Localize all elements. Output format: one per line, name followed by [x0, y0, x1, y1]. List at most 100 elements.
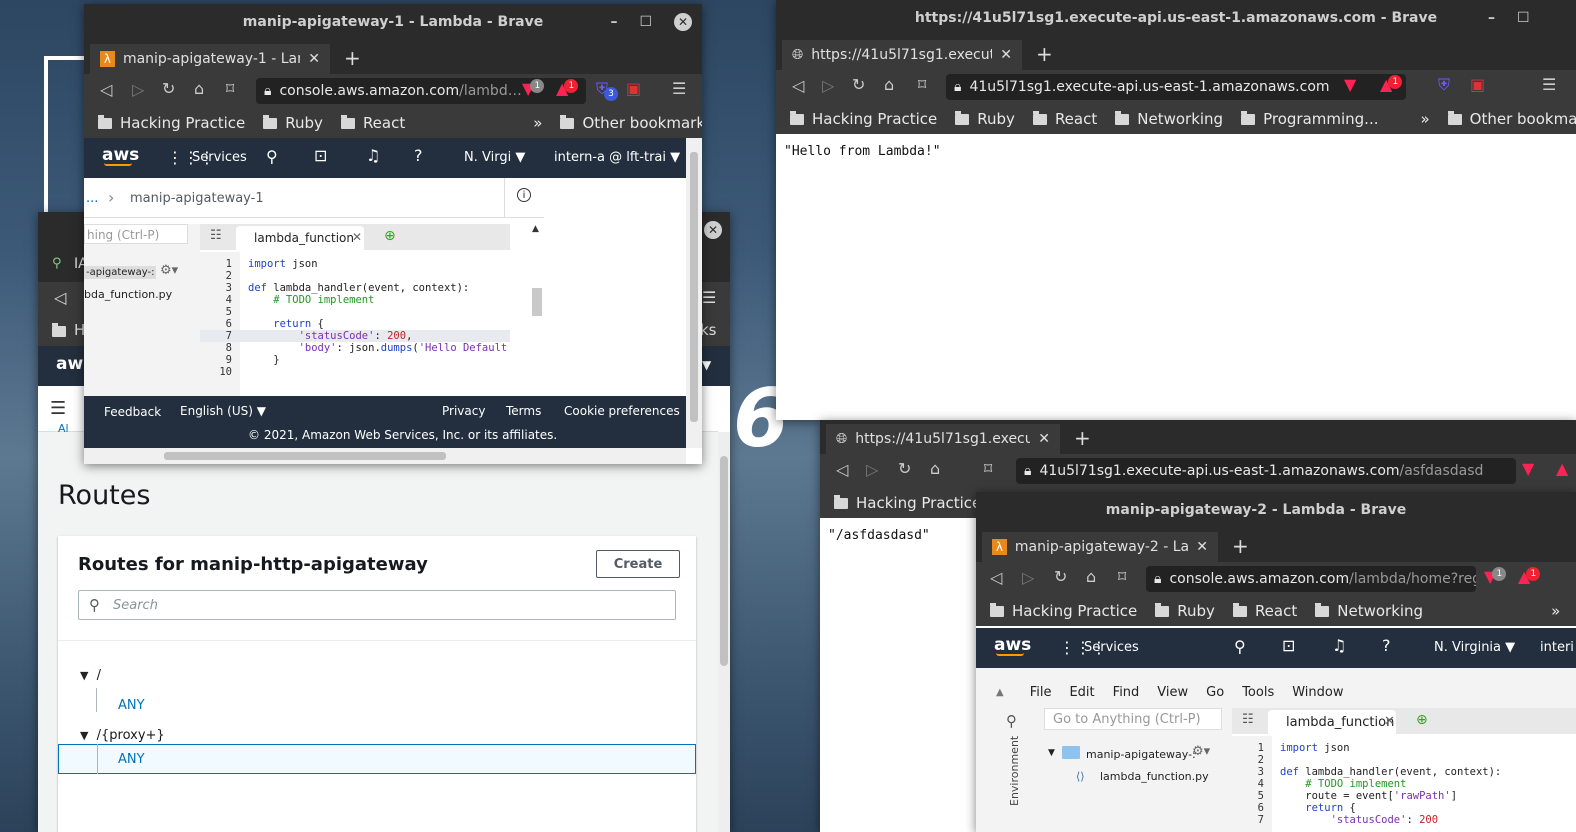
close-tab-icon[interactable]: ✕	[1000, 47, 1012, 63]
route-method[interactable]: ANY	[118, 698, 145, 713]
gear-icon[interactable]: ⚙▾	[160, 263, 178, 278]
code-line[interactable]: 4 # TODO implement	[1232, 778, 1501, 790]
reload-icon[interactable]: ↻	[852, 75, 865, 94]
code-line[interactable]: 4 # TODO implement	[200, 294, 520, 306]
tree-file[interactable]: lambda_function.py	[1100, 770, 1209, 783]
menu-view[interactable]: View	[1157, 685, 1188, 700]
bookmark-folder[interactable]: Hacking Practice	[990, 602, 1137, 620]
feedback-link[interactable]: Feedback	[104, 405, 161, 419]
code-line[interactable]: 6 return {	[1232, 802, 1501, 814]
menu-go[interactable]: Go	[1206, 685, 1224, 700]
bookmark-folder[interactable]: React	[1032, 110, 1097, 128]
tree-folder[interactable]: manip-apigateway-:	[1086, 748, 1196, 761]
code-line[interactable]: 3 def lambda_handler(event, context):	[200, 282, 520, 294]
code-line[interactable]: 10	[200, 366, 520, 378]
other-bookmarks[interactable]: Other bookmarks	[1447, 110, 1576, 128]
search-icon[interactable]: ⚲	[266, 147, 278, 166]
code-line[interactable]: 7 'statusCode': 200,	[200, 330, 520, 342]
menu-file[interactable]: File	[1030, 685, 1052, 700]
scrollbar-thumb[interactable]	[690, 152, 698, 422]
code-line[interactable]: 5 route = event['rawPath']	[1232, 790, 1501, 802]
bookmark-icon[interactable]: ⌑	[918, 75, 926, 94]
code-line[interactable]: 7 'statusCode': 200	[1232, 814, 1501, 826]
code-line[interactable]: 8 'body': json.dumps('Hello Default')	[200, 342, 520, 354]
tab-execute-api[interactable]: 🌐︎ https://41u5l71sg1.executo ✕	[782, 40, 1022, 70]
services-menu[interactable]: Services	[192, 150, 247, 165]
file-tree-toggle-icon[interactable]: ☷	[210, 228, 222, 243]
caret-down-icon[interactable]: ▼	[1048, 748, 1055, 758]
reload-icon[interactable]: ↻	[898, 459, 911, 478]
scrollbar-thumb[interactable]	[532, 288, 542, 316]
help-icon[interactable]: ?	[414, 146, 423, 165]
account-menu[interactable]: intern-a @ lft-trai ▼	[554, 150, 680, 165]
tab-lambda[interactable]: λ manip-apigateway-1 - Lamb ✕	[90, 44, 330, 74]
close-tab-icon[interactable]: ✕	[1038, 431, 1050, 447]
brave-shield-icon[interactable]: ▼	[1522, 459, 1534, 478]
notifications-icon[interactable]: ♫	[366, 146, 380, 165]
bookmark-partial-right[interactable]: ks	[700, 321, 717, 339]
editor-tab[interactable]: lambda_function ✕	[1268, 710, 1396, 734]
back-icon[interactable]: ◁	[100, 80, 112, 99]
back-icon[interactable]: ◁	[990, 568, 1002, 587]
reload-icon[interactable]: ↻	[162, 79, 175, 98]
bookmark-folder[interactable]: Hacking Practice	[834, 494, 981, 512]
brave-rewards-icon[interactable]: ▲1	[556, 79, 582, 99]
horizontal-scrollbar[interactable]	[84, 448, 686, 464]
bookmark-folder[interactable]: Programming...	[1241, 110, 1378, 128]
code-line[interactable]: 5	[200, 306, 520, 318]
new-tab-icon[interactable]: +	[344, 46, 361, 70]
close-tab-icon[interactable]: ✕	[308, 51, 320, 67]
scroll-up-icon[interactable]: ▲	[532, 224, 539, 234]
brave-shield-icon[interactable]: ▼1	[522, 79, 548, 99]
brave-shield-icon[interactable]: ▼1	[1484, 567, 1510, 587]
bookmark-folder[interactable]: Ruby	[1155, 602, 1215, 620]
page-scrollbar[interactable]	[686, 138, 702, 448]
url-bar[interactable]: 🔒︎ 41u5l71sg1.execute-api.us-east-1.amaz…	[946, 74, 1406, 100]
aws-logo[interactable]: aws	[994, 635, 1031, 655]
back-icon[interactable]: ◁	[54, 288, 66, 307]
menu-window[interactable]: Window	[1292, 685, 1343, 700]
wallet-icon[interactable]: ▣	[626, 79, 641, 98]
code-lines[interactable]: 1 import json 2 3 def lambda_handler(event, …	[200, 258, 520, 378]
editor-scrollbar[interactable]: ▲	[510, 224, 544, 396]
code-line[interactable]: 9 }	[200, 354, 520, 366]
new-tab-icon[interactable]: +	[1074, 426, 1091, 450]
bookmark-icon[interactable]: ⌑	[984, 459, 992, 478]
menu-icon[interactable]: ☰	[1542, 75, 1556, 94]
cookie-preferences-link[interactable]: Cookie preferences	[564, 404, 680, 418]
info-icon[interactable]: i	[517, 188, 531, 202]
scrollbar-thumb[interactable]	[720, 456, 728, 666]
add-tab-icon[interactable]: ⊕	[384, 228, 396, 244]
brave-rewards-icon[interactable]: ▲1	[1518, 567, 1544, 587]
info-panel-toggle[interactable]: i	[504, 178, 544, 218]
close-tab-icon[interactable]: ✕	[1196, 539, 1208, 555]
cloudshell-icon[interactable]: ⊡	[314, 146, 327, 165]
close-icon[interactable]: ✕	[674, 13, 692, 31]
hamburger-icon[interactable]: ☰	[50, 398, 66, 419]
cloudshell-icon[interactable]: ⊡	[1282, 636, 1295, 655]
new-tab-icon[interactable]: +	[1036, 42, 1053, 66]
region-menu[interactable]: N. Virginia ▼	[1434, 640, 1515, 655]
close-icon[interactable]: ✕	[704, 221, 722, 239]
route-path[interactable]: /{proxy+}	[97, 728, 165, 743]
menu-tools[interactable]: Tools	[1242, 685, 1274, 700]
new-tab-icon[interactable]: +	[1232, 534, 1249, 558]
caret-down-icon[interactable]: ▼	[80, 669, 88, 682]
maximize-icon[interactable]: ☐	[1517, 10, 1530, 26]
bookmark-folder[interactable]: Networking	[1315, 602, 1423, 620]
create-button[interactable]: Create	[596, 550, 680, 578]
goto-anything-input[interactable]: hing (Ctrl-P)	[84, 224, 188, 244]
close-tab-icon[interactable]: ✕	[352, 230, 362, 244]
extension-icon[interactable]: ⛨3	[596, 79, 622, 101]
editor-tab[interactable]: lambda_function ✕	[236, 226, 364, 250]
tree-folder[interactable]: -apigateway-:	[84, 266, 157, 279]
reload-icon[interactable]: ↻	[1054, 567, 1067, 586]
help-icon[interactable]: ?	[1382, 636, 1391, 655]
bookmark-folder[interactable]: React	[1232, 602, 1297, 620]
code-line[interactable]: 6 return {	[200, 318, 520, 330]
home-icon[interactable]: ⌂	[1086, 567, 1096, 586]
back-icon[interactable]: ◁	[792, 76, 804, 95]
goto-anything-input[interactable]: Go to Anything (Ctrl-P)	[1044, 708, 1222, 730]
brave-rewards-icon[interactable]: ▲1	[1380, 75, 1406, 95]
minimize-icon[interactable]: –	[610, 14, 617, 30]
